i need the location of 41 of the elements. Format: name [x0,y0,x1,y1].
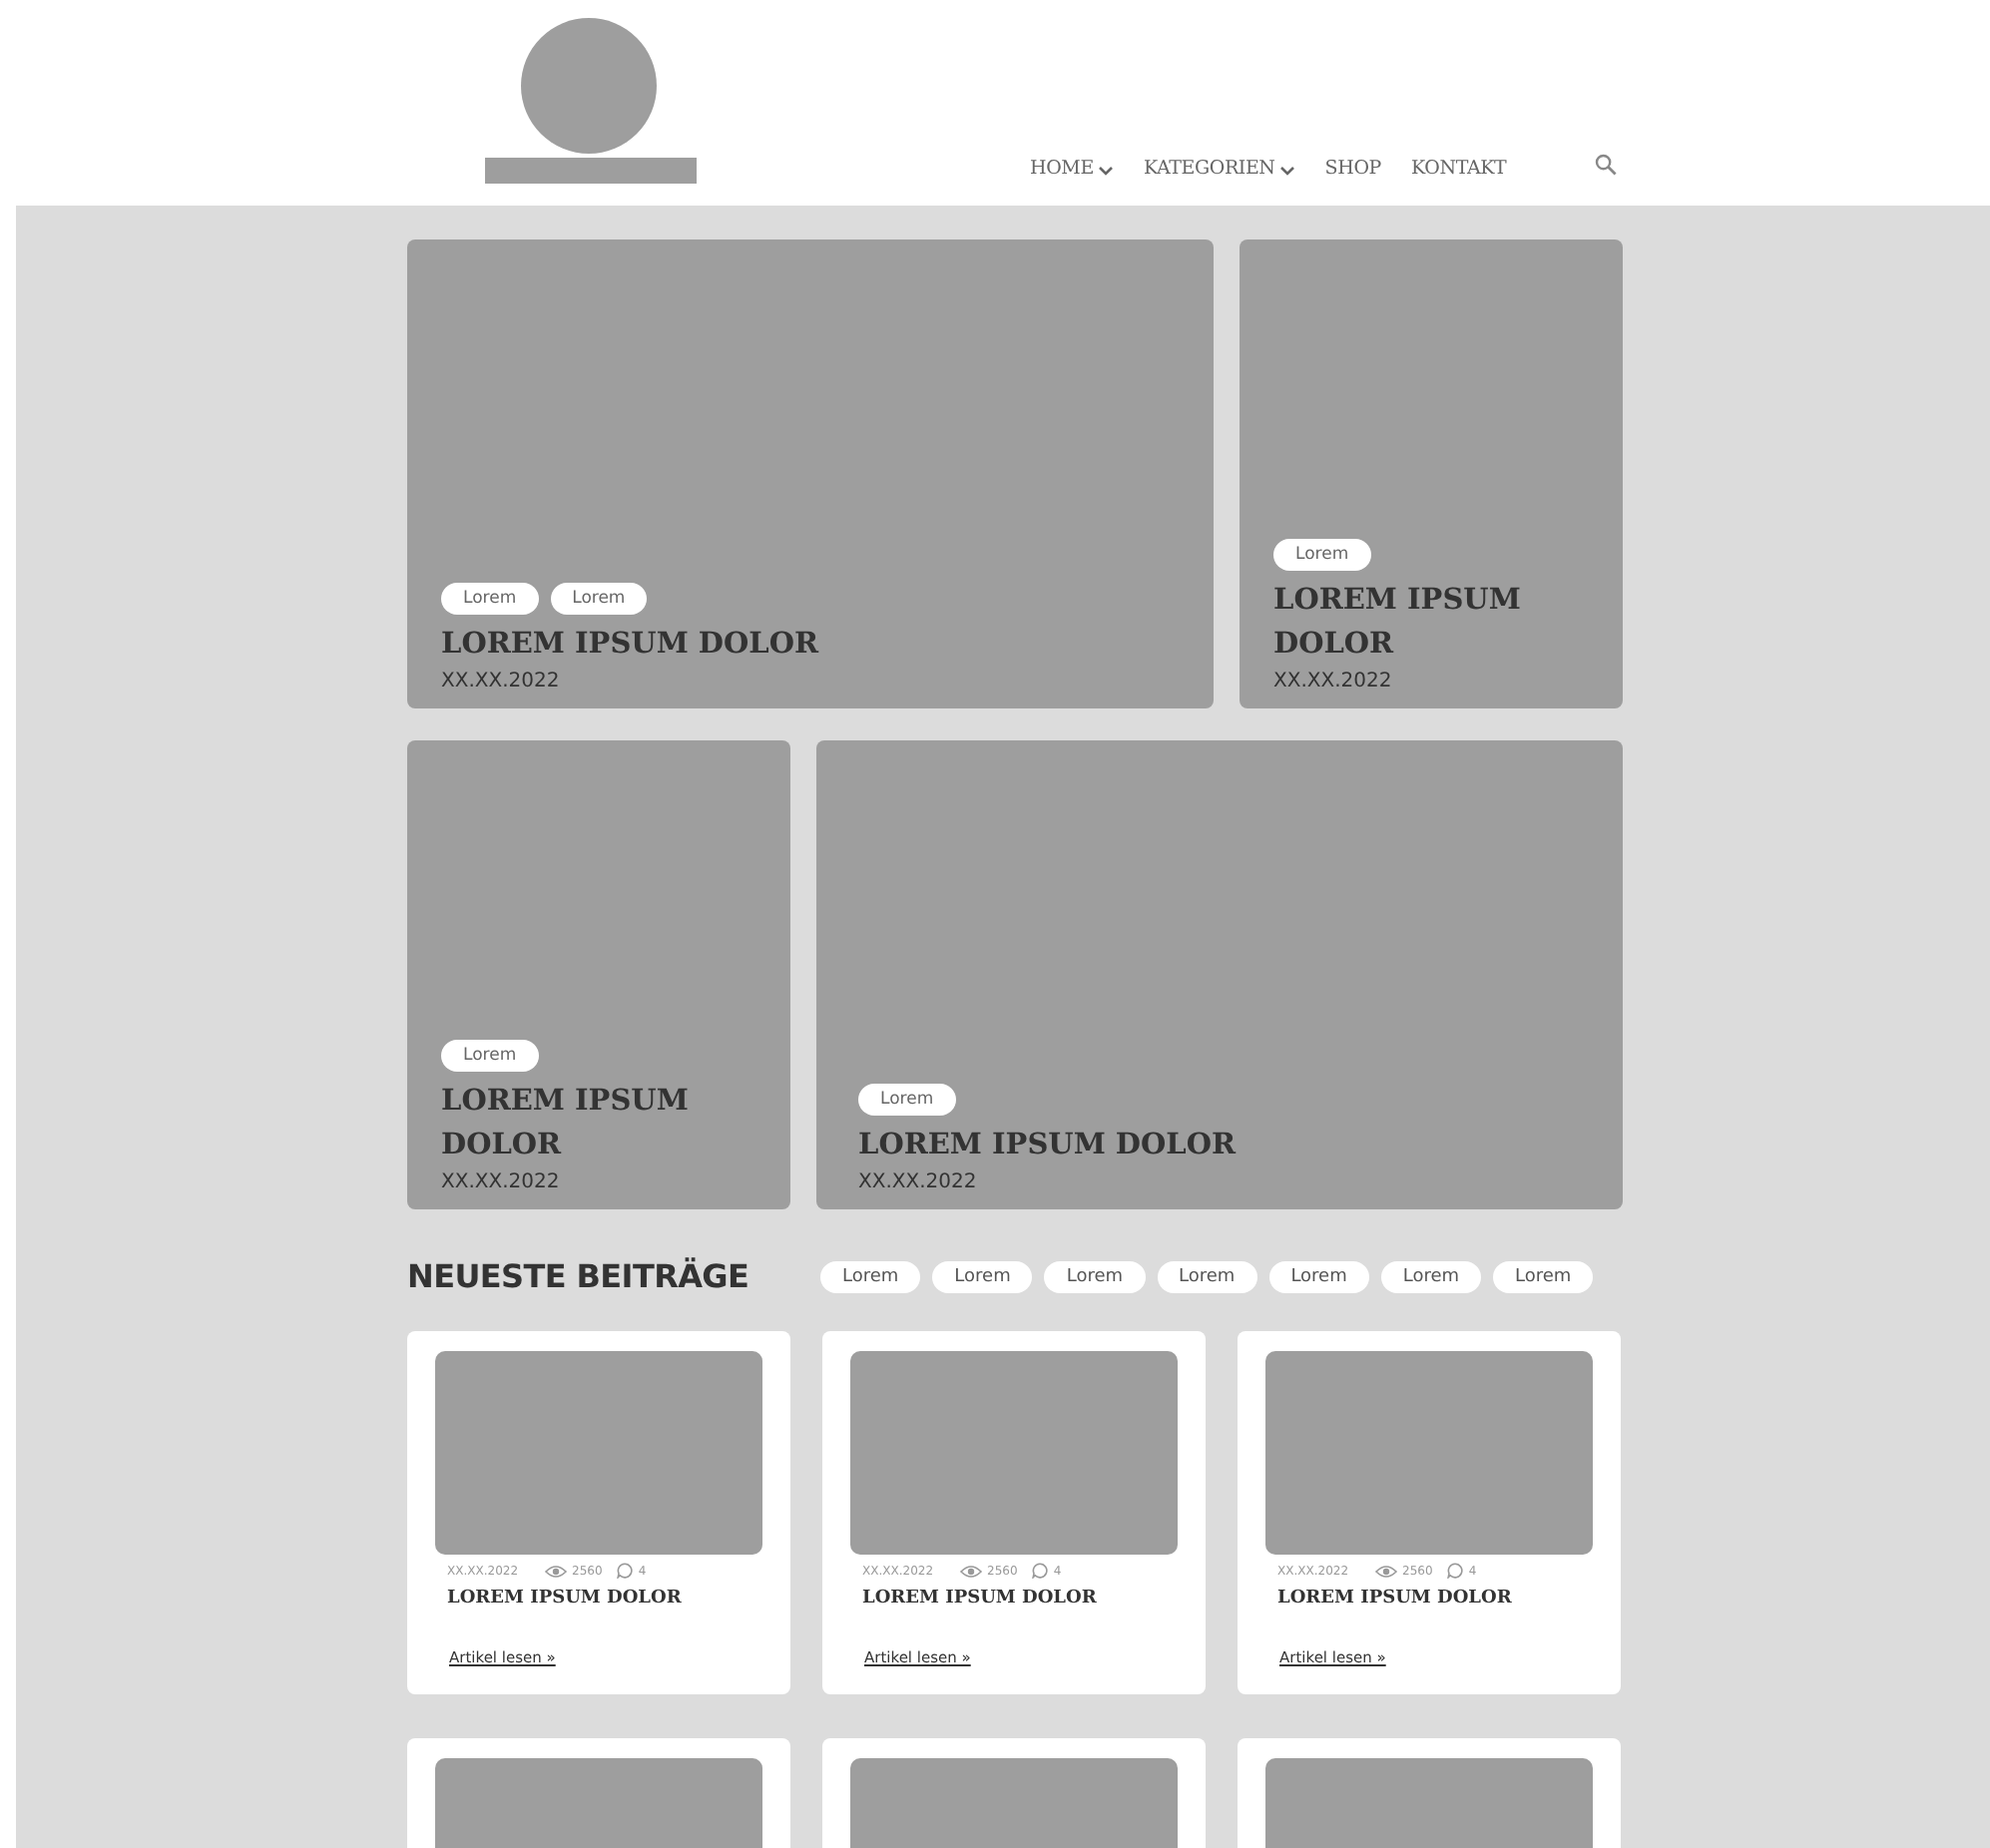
filter-chip[interactable]: Lorem [1380,1260,1482,1292]
filter-chip[interactable]: Lorem [820,1260,921,1292]
post-title: LOREM IPSUM DOLOR [858,1126,1239,1165]
tag[interactable]: Lorem [550,583,648,615]
chevron-down-icon [1097,165,1114,175]
chevron-down-icon [1278,165,1295,175]
tag[interactable]: Lorem [1273,539,1371,571]
post-date: XX.XX.2022 [1273,671,1394,693]
featured-card[interactable]: Lorem Lorem LOREM IPSUM DOLOR XX.XX.2022 [407,239,1214,708]
featured-card[interactable]: Lorem LOREM IPSUM DOLOR XX.XX.2022 [816,740,1623,1209]
post-title: LOREM IPSUM DOLOR [860,1589,1099,1609]
filter-chip[interactable]: Lorem [932,1260,1033,1292]
featured-card[interactable]: Lorem LOREM IPSUM DOLOR XX.XX.2022 [407,740,790,1209]
section-heading: NEUESTE BEITRÄGE [407,1257,751,1295]
eye-icon [544,1564,567,1578]
post-title: LOREM IPSUM DOLOR [441,625,821,665]
post-title: LOREM IPSUM DOLOR [1275,1589,1514,1609]
post-date: XX.XX.2022 [858,1171,979,1193]
filter-chip[interactable]: Lorem [1493,1260,1594,1292]
post-date: XX.XX.2022 [441,671,562,693]
tag[interactable]: Lorem [858,1084,956,1116]
post-title: LOREM IPSUM DOLOR [441,1082,691,1165]
eye-icon [959,1564,982,1578]
search-icon[interactable] [1594,154,1617,176]
post-date: XX.XX.2022 [441,1171,562,1193]
comment-icon [1031,1563,1048,1579]
nav-link[interactable]: HOME [1030,158,1114,180]
nav-link[interactable]: KONTAKT [1410,158,1507,180]
filter-chip[interactable]: Lorem [1268,1260,1369,1292]
tag[interactable]: Lorem [441,1040,539,1072]
comment-icon [1446,1563,1463,1579]
tag[interactable]: Lorem [441,583,539,615]
featured-card[interactable]: Lorem LOREM IPSUM DOLOR XX.XX.2022 [1240,239,1623,708]
post-title: LOREM IPSUM DOLOR [445,1589,684,1609]
nav-link[interactable]: SHOP [1324,158,1381,180]
comment-icon [616,1563,633,1579]
nav-link[interactable]: KATEGORIEN [1143,158,1295,180]
eye-icon [1374,1564,1397,1578]
filter-chip[interactable]: Lorem [1157,1260,1257,1292]
post-title: LOREM IPSUM DOLOR [1273,581,1523,665]
filter-chip[interactable]: Lorem [1044,1260,1146,1292]
